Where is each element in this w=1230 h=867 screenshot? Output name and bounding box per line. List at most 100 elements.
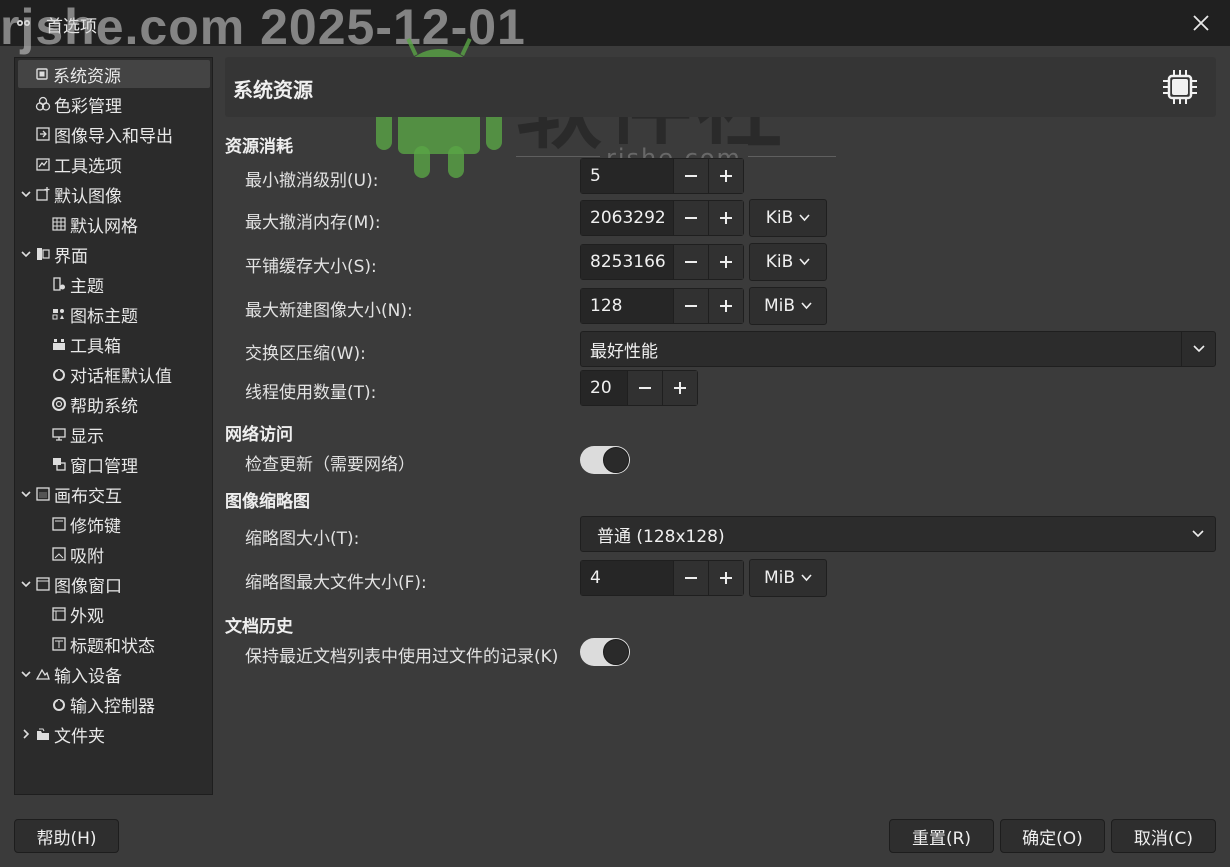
sidebar-item[interactable]: 工具箱 xyxy=(51,330,121,358)
sidebar-item[interactable]: 工具选项 xyxy=(19,150,122,178)
minus-icon xyxy=(639,387,651,389)
increment-button[interactable] xyxy=(708,289,743,323)
keep-recent-docs-toggle[interactable] xyxy=(580,638,630,666)
sidebar-item[interactable]: 输入设备 xyxy=(19,660,122,688)
chevron-down-icon[interactable] xyxy=(19,247,33,261)
thumbnail-max-file-size-unit-select[interactable]: MiB xyxy=(749,559,827,597)
thumbnail-max-file-size-stepper[interactable]: 4 xyxy=(580,560,744,596)
min-undo-stepper[interactable]: 5 xyxy=(580,158,744,194)
plus-icon xyxy=(720,170,732,182)
sidebar-item[interactable]: 图像窗口 xyxy=(19,570,122,598)
decrement-button[interactable] xyxy=(673,159,708,193)
sidebar-item[interactable]: 主题 xyxy=(51,270,104,298)
display-icon xyxy=(51,426,67,442)
chevron-down-icon[interactable] xyxy=(19,667,33,681)
toggle-knob xyxy=(603,639,629,665)
close-button[interactable] xyxy=(1186,8,1216,38)
max-new-image-size-unit-select[interactable]: MiB xyxy=(749,287,827,325)
section-title-network: 网络访问 xyxy=(225,425,293,445)
minus-icon xyxy=(685,577,697,579)
sidebar-item[interactable]: 系统资源 xyxy=(18,60,210,88)
page-title: 系统资源 xyxy=(233,78,313,102)
tool-options-icon xyxy=(35,156,51,172)
sidebar-item[interactable]: 输入控制器 xyxy=(51,690,155,718)
thumbnail-size-select[interactable]: 普通 (128x128) xyxy=(580,516,1216,552)
min-undo-value[interactable]: 5 xyxy=(581,159,673,193)
sidebar-item[interactable]: 默认网格 xyxy=(51,210,138,238)
max-undo-memory-value[interactable]: 2063292 xyxy=(581,201,673,235)
max-new-image-size-label: 最大新建图像大小(N): xyxy=(245,301,413,321)
sidebar-item[interactable]: 外观 xyxy=(51,600,104,628)
decrement-button[interactable] xyxy=(673,289,708,323)
sidebar-item[interactable]: 默认图像 xyxy=(19,180,122,208)
chevron-down-icon[interactable] xyxy=(19,577,33,591)
sidebar-item[interactable]: 文件夹 xyxy=(19,720,105,748)
ok-button[interactable]: 确定(O) xyxy=(1000,819,1105,853)
appearance-icon xyxy=(51,606,67,622)
chevron-down-icon[interactable] xyxy=(19,487,33,501)
chevron-down-icon[interactable] xyxy=(19,187,33,201)
image-window-icon xyxy=(35,576,51,592)
sidebar-item[interactable]: 色彩管理 xyxy=(19,90,122,118)
input-devices-icon xyxy=(35,666,51,682)
increment-button[interactable] xyxy=(662,371,697,405)
threads-stepper[interactable]: 20 xyxy=(580,370,698,406)
threads-value[interactable]: 20 xyxy=(581,371,627,405)
sidebar-item[interactable]: 图标主题 xyxy=(51,300,138,328)
max-undo-memory-unit-select[interactable]: KiB xyxy=(749,199,827,237)
plus-icon xyxy=(720,212,732,224)
section-title-history: 文档历史 xyxy=(225,617,293,637)
decrement-button[interactable] xyxy=(673,201,708,235)
section-title-resource: 资源消耗 xyxy=(225,137,293,157)
sidebar-item[interactable]: 显示 xyxy=(51,420,104,448)
tile-cache-stepper[interactable]: 8253166 xyxy=(580,244,744,280)
dialog-defaults-icon xyxy=(51,366,67,382)
chevron-down-icon xyxy=(799,214,810,222)
sidebar-item-label: 图像导入和导出 xyxy=(54,126,173,147)
import-export-icon xyxy=(35,126,51,142)
max-undo-memory-stepper[interactable]: 2063292 xyxy=(580,200,744,236)
toggle-knob xyxy=(603,447,629,473)
chevron-down-icon xyxy=(801,302,812,310)
sidebar-item[interactable]: 窗口管理 xyxy=(51,450,138,478)
decrement-button[interactable] xyxy=(673,561,708,595)
chevron-right-icon[interactable] xyxy=(19,727,33,741)
swap-compression-select[interactable]: 最好性能 xyxy=(580,331,1216,367)
interface-icon xyxy=(35,246,51,262)
sidebar-item[interactable]: 画布交互 xyxy=(19,480,122,508)
sidebar-item-label: 对话框默认值 xyxy=(70,366,172,387)
new-image-icon xyxy=(35,186,51,202)
tile-cache-value[interactable]: 8253166 xyxy=(581,245,673,279)
increment-button[interactable] xyxy=(708,245,743,279)
sidebar-item[interactable]: 修饰键 xyxy=(51,510,121,538)
thumbnail-size-label: 缩略图大小(T): xyxy=(245,529,360,549)
increment-button[interactable] xyxy=(708,201,743,235)
sidebar-item[interactable]: 帮助系统 xyxy=(51,390,138,418)
sidebar-item[interactable]: 界面 xyxy=(19,240,88,268)
input-controller-icon xyxy=(51,696,67,712)
sidebar-item[interactable]: 吸附 xyxy=(51,540,104,568)
thumbnail-max-file-size-value[interactable]: 4 xyxy=(581,561,673,595)
max-new-image-size-value[interactable]: 128 xyxy=(581,289,673,323)
folders-icon xyxy=(35,726,51,742)
minus-icon xyxy=(685,305,697,307)
sidebar-item[interactable]: 对话框默认值 xyxy=(51,360,172,388)
tile-cache-unit-select[interactable]: KiB xyxy=(749,243,827,281)
minus-icon xyxy=(685,217,697,219)
check-updates-toggle[interactable] xyxy=(580,446,630,474)
cancel-button[interactable]: 取消(C) xyxy=(1111,819,1216,853)
increment-button[interactable] xyxy=(708,159,743,193)
preferences-category-tree[interactable]: 系统资源 色彩管理图像导入和导出 工具选项默认图像 默认网格 界面 主题 图标主题 工具箱对话… xyxy=(14,57,213,795)
decrement-button[interactable] xyxy=(673,245,708,279)
help-button[interactable]: 帮助(H) xyxy=(14,819,119,853)
sidebar-item[interactable]: 图像导入和导出 xyxy=(19,120,173,148)
reset-button[interactable]: 重置(R) xyxy=(889,819,994,853)
sidebar-item[interactable]: 标题和状态 xyxy=(51,630,155,658)
sidebar-item-label: 工具选项 xyxy=(54,156,122,177)
max-new-image-size-stepper[interactable]: 128 xyxy=(580,288,744,324)
decrement-button[interactable] xyxy=(627,371,662,405)
increment-button[interactable] xyxy=(708,561,743,595)
canvas-icon xyxy=(35,486,51,502)
